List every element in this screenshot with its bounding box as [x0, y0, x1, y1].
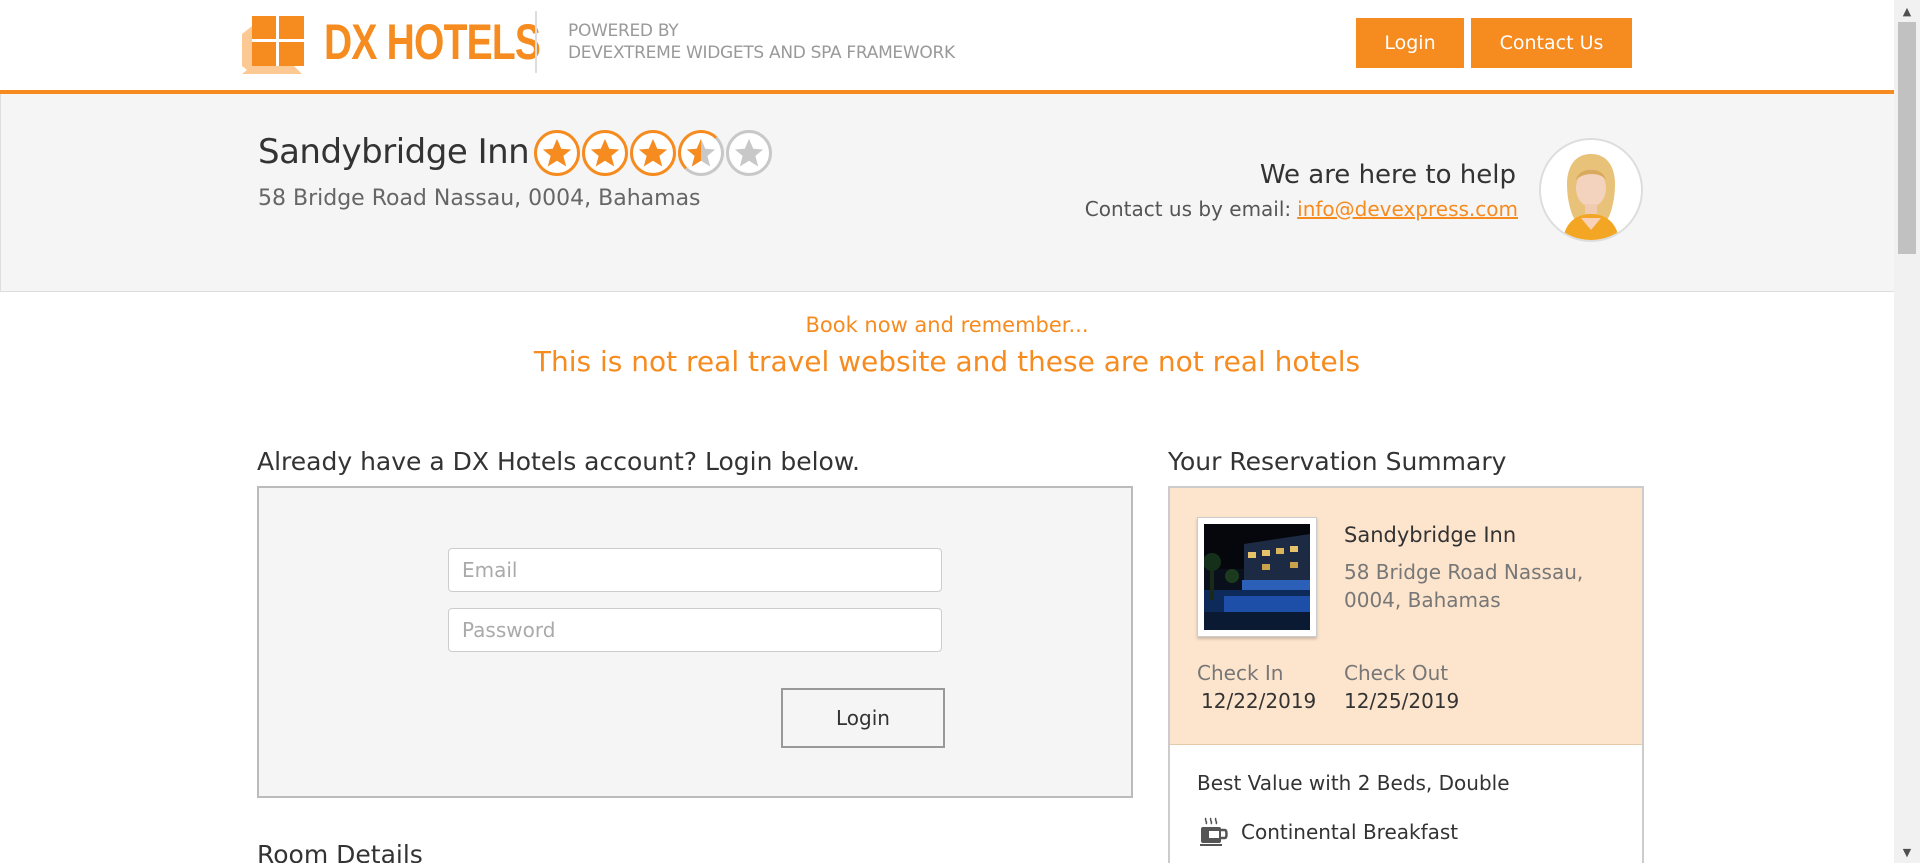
notice-subtitle: Book now and remember... [805, 313, 1089, 337]
summary-hotel-panel: Sandybridge Inn 58 Bridge Road Nassau, 0… [1170, 488, 1642, 745]
scroll-up-arrow-icon[interactable]: ▲ [1894, 0, 1920, 22]
contact-us-button[interactable]: Contact Us [1471, 18, 1632, 68]
powered-by: POWERED BY DEVEXTREME WIDGETS AND SPA FR… [568, 20, 955, 64]
hotel-address: 58 Bridge Road Nassau, 0004, Bahamas [258, 186, 701, 211]
support-email-link[interactable]: info@devexpress.com [1297, 197, 1518, 221]
coffee-cup-icon [1200, 817, 1228, 846]
check-out-label: Check Out [1344, 661, 1449, 685]
brand-name[interactable]: DX HOTELS [324, 13, 541, 71]
scroll-down-arrow-icon[interactable]: ▼ [1894, 841, 1920, 863]
header-divider [535, 11, 537, 73]
login-section-title: Already have a DX Hotels account? Login … [257, 447, 860, 476]
help-title: We are here to help [1259, 160, 1516, 190]
summary-title: Your Reservation Summary [1168, 447, 1507, 476]
half-star-icon [678, 130, 724, 176]
powered-by-line-1: POWERED BY [568, 21, 679, 41]
login-button[interactable]: Login [781, 688, 945, 748]
room-type: Best Value with 2 Beds, Double [1197, 771, 1510, 795]
summary-hotel-name: Sandybridge Inn [1344, 523, 1517, 547]
room-details-title: Room Details [257, 840, 423, 863]
hotel-thumbnail [1197, 517, 1317, 637]
help-contact-label: Contact us by email: [1084, 197, 1292, 221]
amenity-item: Continental Breakfast [1197, 816, 1458, 848]
amenity-label: Continental Breakfast [1241, 820, 1459, 844]
notice-title: This is not real travel website and thes… [533, 345, 1361, 378]
powered-by-line-2: DEVEXTREME WIDGETS AND SPA FRAMEWORK [568, 43, 955, 63]
header-login-button[interactable]: Login [1356, 18, 1464, 68]
hotel-photo [1204, 524, 1310, 630]
help-contact: Contact us by email: info@devexpress.com [1085, 197, 1518, 221]
star-icon [630, 130, 676, 176]
check-in-date: 12/22/2019 [1201, 689, 1317, 713]
scrollbar-thumb[interactable] [1898, 22, 1916, 254]
hotel-name: Sandybridge Inn [258, 132, 530, 172]
star-icon [534, 130, 580, 176]
login-form: Login [257, 486, 1133, 798]
email-field[interactable] [448, 548, 942, 592]
support-agent-avatar [1539, 138, 1643, 242]
dx-hotels-logo-icon[interactable] [242, 16, 304, 74]
empty-star-icon [726, 130, 772, 176]
star-icon [582, 130, 628, 176]
page-scrollbar[interactable]: ▲ ▼ [1894, 0, 1920, 863]
summary-hotel-address: 58 Bridge Road Nassau, 0004, Bahamas [1344, 560, 1584, 612]
reservation-summary: Sandybridge Inn 58 Bridge Road Nassau, 0… [1168, 486, 1644, 863]
check-out-date: 12/25/2019 [1344, 689, 1460, 713]
hotel-banner: Sandybridge Inn 58 Bridge Road Nassau, 0… [0, 94, 1894, 292]
password-field[interactable] [448, 608, 942, 652]
star-rating [534, 130, 772, 176]
page: DX HOTELS POWERED BY DEVEXTREME WIDGETS … [0, 0, 1894, 863]
site-header: DX HOTELS POWERED BY DEVEXTREME WIDGETS … [0, 0, 1894, 94]
check-in-label: Check In [1197, 661, 1284, 685]
